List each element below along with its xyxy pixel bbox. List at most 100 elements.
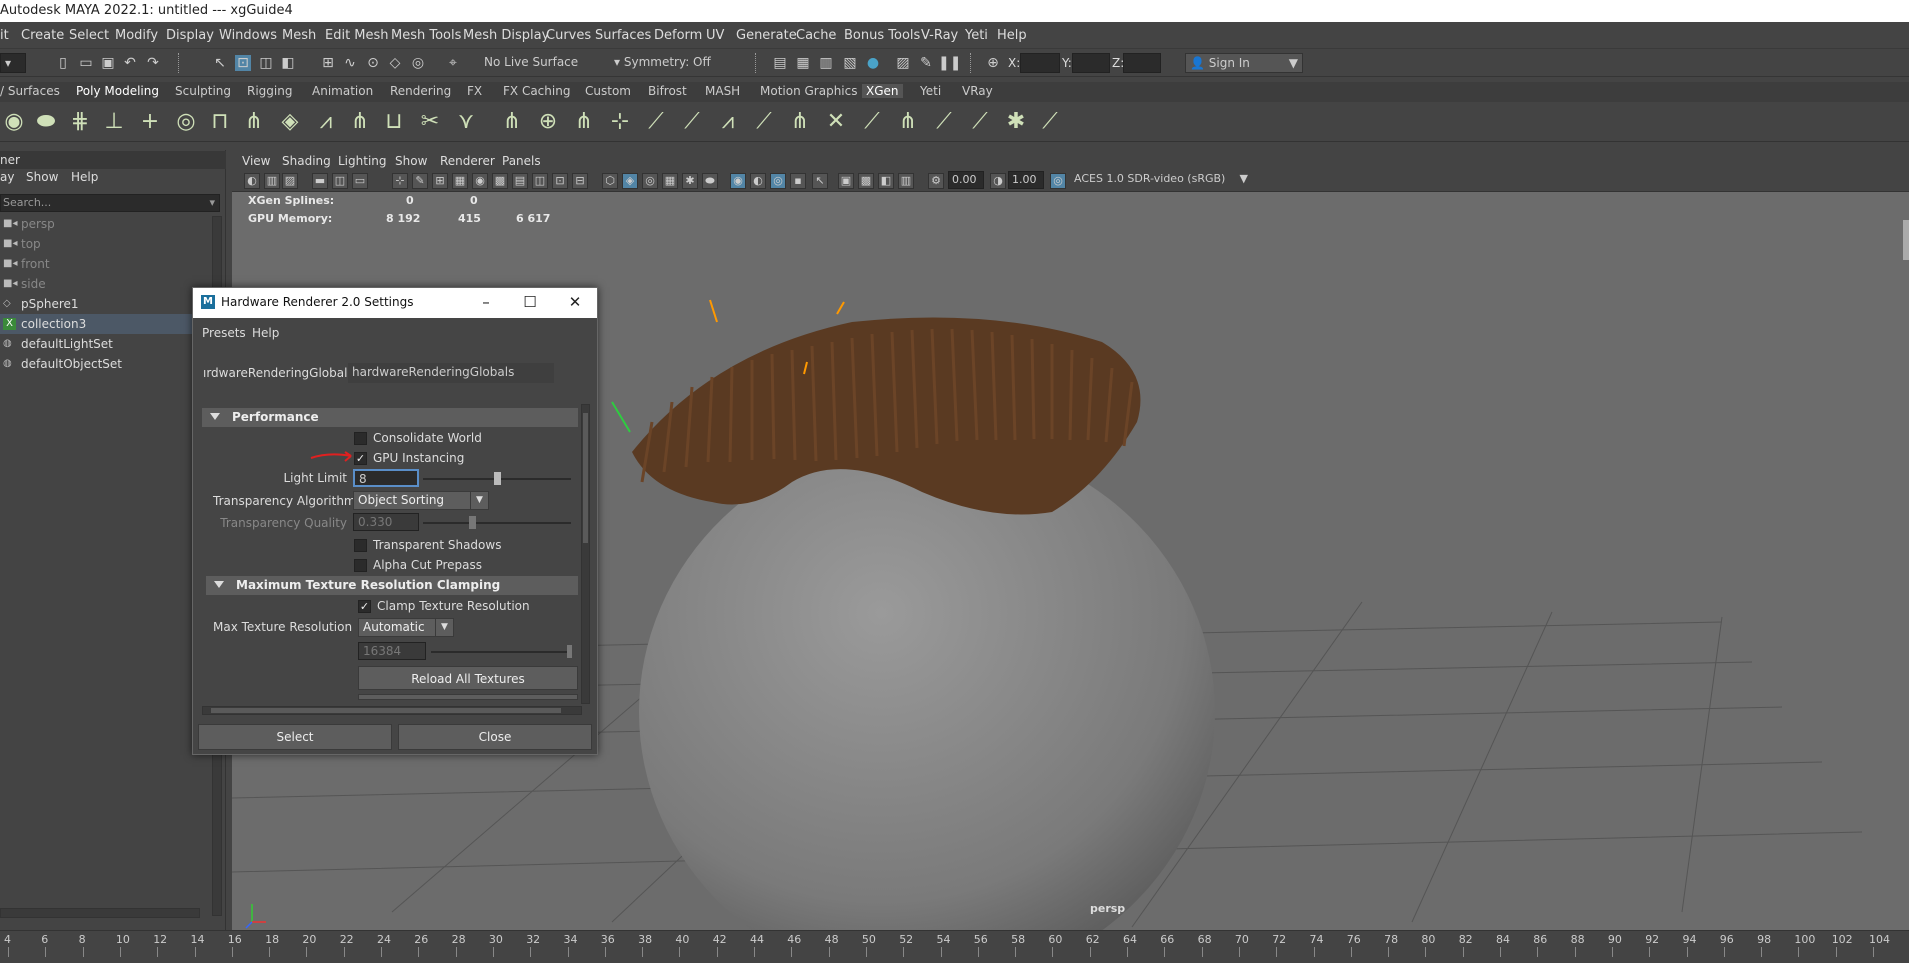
- outliner-persp-icon[interactable]: ◧: [878, 173, 894, 189]
- save-scene-icon[interactable]: ▣: [100, 55, 116, 71]
- bookmark-icon[interactable]: ▨: [282, 173, 298, 189]
- shelf-tab-custom[interactable]: Custom: [585, 84, 631, 98]
- xgen-brush-icon[interactable]: ⋎: [452, 108, 480, 136]
- xgen-width-icon[interactable]: ⟋: [750, 108, 778, 136]
- menu-mesh-tools[interactable]: Mesh Tools: [391, 28, 461, 43]
- layout-icon[interactable]: ▥: [898, 173, 914, 189]
- transparency-quality-input[interactable]: 0.330: [353, 513, 419, 531]
- gamma-icon[interactable]: ◑: [990, 173, 1006, 189]
- outliner-item-defaultobjectset[interactable]: ◍ defaultObjectSet: [0, 354, 210, 374]
- pause-icon[interactable]: ❚❚: [938, 55, 961, 71]
- xgen-grass-icon[interactable]: ⋔: [240, 108, 268, 136]
- xgen-freeze-icon[interactable]: ✕: [822, 108, 850, 136]
- exposure-icon[interactable]: ⚙: [928, 173, 944, 189]
- new-scene-icon[interactable]: ▯: [55, 55, 71, 71]
- shelf-tab-fx-caching[interactable]: FX Caching: [503, 84, 570, 98]
- resolution-gate-icon[interactable]: ▭: [352, 173, 368, 189]
- depth-of-field-icon[interactable]: ◉: [730, 173, 746, 189]
- menu-windows[interactable]: Windows: [219, 28, 277, 43]
- ambient-occlusion-icon[interactable]: ▦: [662, 173, 678, 189]
- select-hierarchy-icon[interactable]: ⊡: [235, 55, 251, 71]
- menu-mesh-display[interactable]: Mesh Display: [463, 28, 549, 43]
- node-name-field[interactable]: hardwareRenderingGlobals: [348, 363, 554, 383]
- xgen-plane-icon[interactable]: ◈: [276, 108, 304, 136]
- xgen-clump-icon[interactable]: ⋔: [786, 108, 814, 136]
- clamp-texture-resolution-checkbox[interactable]: ✓: [358, 600, 371, 613]
- xgen-lock-icon[interactable]: ⊓: [206, 108, 234, 136]
- gpu-instancing-checkbox[interactable]: ✓: [354, 452, 367, 465]
- xgen-cut-tool-icon[interactable]: ⟋: [930, 108, 958, 136]
- xray-icon[interactable]: ⬡: [602, 173, 618, 189]
- select-component-icon[interactable]: ◧: [280, 55, 296, 71]
- camera-lock-icon[interactable]: ▥: [264, 173, 280, 189]
- xgen-explode-icon[interactable]: ✱: [1002, 108, 1030, 136]
- transparent-shadows-checkbox[interactable]: [354, 539, 367, 552]
- close-icon[interactable]: ✕: [565, 292, 585, 312]
- 2d-pan-zoom-icon[interactable]: ⊹: [392, 173, 408, 189]
- menu-help[interactable]: Help: [997, 28, 1027, 43]
- shelf-tab-fx[interactable]: FX: [467, 84, 482, 98]
- xgen-select-icon[interactable]: ⟋: [1036, 108, 1064, 136]
- menu-generate[interactable]: Generate: [736, 28, 797, 43]
- dialog-vertical-scrollbar[interactable]: [581, 404, 590, 704]
- four-view-icon[interactable]: ▩: [858, 173, 874, 189]
- snap-grid-icon[interactable]: ⊞: [320, 55, 336, 71]
- color-management-icon[interactable]: ◎: [1050, 173, 1066, 189]
- single-view-icon[interactable]: ▣: [838, 173, 854, 189]
- viewport-menu-shading[interactable]: Shading: [282, 154, 331, 168]
- textured-icon[interactable]: ▤: [512, 173, 528, 189]
- dialog-title-bar[interactable]: M Hardware Renderer 2.0 Settings – ☐ ✕: [193, 288, 597, 318]
- shelf-tab-yeti[interactable]: Yeti: [920, 84, 941, 98]
- outliner-menu-show[interactable]: Show: [26, 170, 58, 184]
- transform-icon[interactable]: ⊕: [985, 55, 1001, 71]
- grid-toggle-icon[interactable]: ⊞: [432, 173, 448, 189]
- transparency-quality-slider-handle[interactable]: [468, 516, 476, 529]
- menu-uv[interactable]: UV: [706, 28, 724, 43]
- grease-pencil-icon[interactable]: ✎: [412, 173, 428, 189]
- menu-edit-mesh[interactable]: Edit Mesh: [325, 28, 389, 43]
- dialog-menu-presets[interactable]: Presets: [202, 326, 246, 340]
- shelf-tab-poly-modeling[interactable]: Poly Modeling: [76, 84, 159, 98]
- make-live-icon[interactable]: ⌖: [445, 55, 461, 71]
- select-object-icon[interactable]: ◫: [258, 55, 274, 71]
- camera-select-icon[interactable]: ◐: [244, 173, 260, 189]
- menu-deform[interactable]: Deform: [654, 28, 702, 43]
- y-field[interactable]: [1072, 53, 1110, 73]
- outliner-item-psphere1[interactable]: ◇ pSphere1: [0, 294, 210, 314]
- film-gate-icon[interactable]: ◫: [332, 173, 348, 189]
- live-surface-field[interactable]: No Live Surface: [480, 53, 590, 73]
- xgen-noise-icon[interactable]: ⋔: [894, 108, 922, 136]
- isolate-icon[interactable]: ▪: [790, 173, 806, 189]
- viewport-menu-lighting[interactable]: Lighting: [338, 154, 387, 168]
- outliner-item-front[interactable]: ■◂ front: [0, 254, 210, 274]
- outliner-search-input[interactable]: Search... ▾: [0, 194, 220, 212]
- xgen-place-icon[interactable]: ⋔: [570, 108, 598, 136]
- wireframe-on-shaded-icon[interactable]: ▩: [492, 173, 508, 189]
- vray-tool-icon[interactable]: ✎: [918, 55, 934, 71]
- hud-icon[interactable]: ◐: [750, 173, 766, 189]
- select-button[interactable]: Select: [198, 724, 392, 750]
- texture-size-slider-track[interactable]: [431, 651, 571, 653]
- menu-select[interactable]: Select: [69, 28, 109, 43]
- select-tool-icon[interactable]: ↖: [212, 55, 228, 71]
- view-transform-dropdown[interactable]: ACES 1.0 SDR-video (sRGB) ▼: [1070, 171, 1250, 189]
- snap-curve-icon[interactable]: ∿: [342, 55, 358, 71]
- next-button-partial[interactable]: [358, 694, 578, 700]
- shelf-tab-animation[interactable]: Animation: [312, 84, 373, 98]
- xray-components-icon[interactable]: ◎: [642, 173, 658, 189]
- xgen-interactive-groom-icon[interactable]: ⋔: [498, 108, 526, 136]
- maximize-icon[interactable]: ☐: [520, 292, 540, 312]
- xgen-bridge-icon[interactable]: ⩘: [312, 108, 340, 136]
- render-frame-icon[interactable]: ▦: [795, 55, 811, 71]
- undo-icon[interactable]: ↶: [122, 55, 138, 71]
- symmetry-dropdown[interactable]: ▾ Symmetry: Off: [610, 53, 730, 73]
- viewport-menu-view[interactable]: View: [242, 154, 270, 168]
- shelf-tab-sculpting[interactable]: Sculpting: [175, 84, 231, 98]
- transparency-algorithm-dropdown[interactable]: Object Sorting ▼: [353, 491, 489, 510]
- light-limit-slider-handle[interactable]: [494, 472, 501, 485]
- scrollbar-thumb[interactable]: [583, 413, 588, 543]
- menu-set-dropdown[interactable]: ▾: [0, 53, 26, 73]
- viewport-menu-show[interactable]: Show: [395, 154, 427, 168]
- render-settings-icon[interactable]: ▧: [842, 55, 858, 71]
- xgen-density-icon[interactable]: ⩘: [714, 108, 742, 136]
